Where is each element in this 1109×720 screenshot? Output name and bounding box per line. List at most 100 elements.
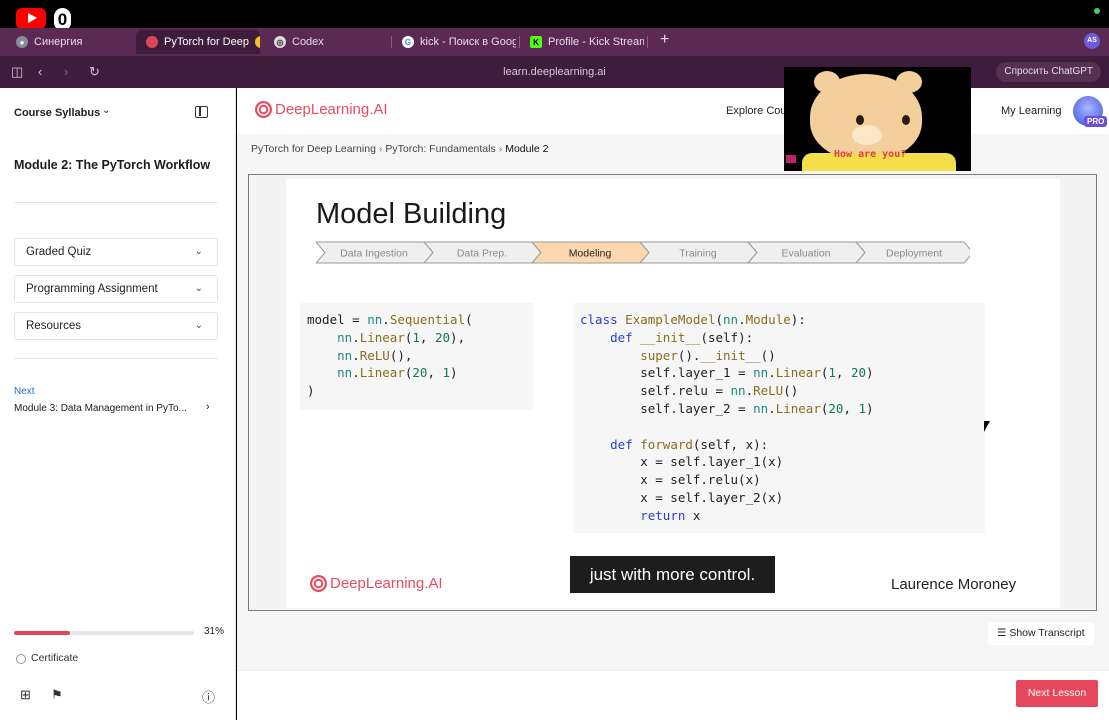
profile-avatar[interactable]: AS	[1084, 33, 1100, 49]
next-module-link[interactable]: Module 3: Data Management in PyTo...	[14, 403, 187, 414]
module-title: Module 2: The PyTorch Workflow	[14, 158, 211, 172]
synergy-icon: ●	[16, 36, 28, 48]
deeplearning-icon	[146, 36, 158, 48]
breadcrumb-current: Module 2	[505, 143, 549, 155]
workflow-step-label: Data Ingestion	[340, 248, 408, 260]
audio-indicator-icon	[254, 36, 260, 48]
certificate-label[interactable]: Certificate	[31, 652, 78, 664]
breadcrumb-link[interactable]: PyTorch: Fundamentals	[385, 143, 495, 155]
workflow-steps: Data Ingestion Data Prep. Modeling Training…	[316, 241, 970, 264]
video-caption: just with more control.	[570, 556, 775, 593]
breadcrumb-separator: ›	[498, 143, 503, 155]
button-label: Show Transcript	[1009, 627, 1085, 639]
code-block-sequential: model = nn.Sequential( nn.Linear(1, 20),…	[300, 303, 533, 410]
youtube-icon[interactable]	[16, 8, 46, 29]
tab-label: Codex	[292, 36, 324, 48]
feedback-icon[interactable]: ⚑	[51, 687, 63, 703]
browser-tab-bar: ● Синергия PyTorch for Deep ◎ Codex G ki…	[0, 28, 1109, 56]
divider	[14, 358, 218, 359]
workflow-step-label: Deployment	[886, 248, 942, 260]
tab-divider	[647, 36, 648, 48]
chevron-down-icon: ⌄	[194, 283, 203, 294]
pro-badge: PRO	[1084, 116, 1108, 127]
code-line: x = self.relu(x)	[580, 472, 761, 488]
course-progress-bar	[14, 631, 194, 635]
code-line: x = self.layer_1(x)	[580, 454, 784, 470]
progress-percent: 31%	[204, 626, 225, 637]
transcript-icon: ☰	[997, 627, 1010, 639]
slide-title: Model Building	[316, 198, 507, 230]
code-line: x = self.layer_2(x)	[580, 489, 784, 505]
logo-text: DeepLearning.AI	[275, 101, 388, 118]
explore-courses-link[interactable]: Explore Cou	[726, 105, 787, 117]
breadcrumb: PyTorch for Deep Learning › PyTorch: Funda…	[251, 143, 548, 155]
bear-sticker-overlay: How are you?	[784, 67, 971, 171]
code-line: return x	[640, 507, 701, 523]
logo-mark-icon	[255, 101, 272, 118]
mouse-cursor-icon	[984, 421, 990, 432]
accordion-graded-quiz[interactable]: Graded Quiz ⌄	[14, 238, 218, 266]
logo-mark-icon	[310, 575, 327, 592]
chevron-down-icon: ⌄	[194, 320, 203, 331]
code-block-class: class ExampleModel(nn.Module): def __ini…	[573, 303, 985, 533]
google-icon: G	[402, 36, 414, 48]
tab-codex[interactable]: ◎ Codex	[264, 30, 388, 54]
bear-eye	[856, 115, 864, 125]
next-label: Next	[14, 386, 35, 397]
breadcrumb-separator: ›	[378, 143, 383, 155]
code-line: nn.Linear(20, 1)	[337, 365, 458, 381]
certificate-icon	[16, 654, 26, 664]
next-lesson-button[interactable]: Next Lesson	[1016, 680, 1098, 707]
logo-text: DeepLearning.AI	[330, 575, 443, 592]
tab-pytorch[interactable]: PyTorch for Deep	[136, 30, 260, 54]
accordion-label: Resources	[26, 320, 81, 332]
accordion-programming-assignment[interactable]: Programming Assignment ⌄	[14, 275, 218, 303]
presenter-name: Laurence Moroney	[891, 576, 1017, 593]
sticker-tag-icon	[786, 155, 796, 163]
course-sidebar: Course Syllabus ⌄ Module 2: The PyTorch …	[0, 88, 236, 720]
collapse-panel-icon[interactable]	[195, 106, 208, 118]
divider	[14, 202, 218, 203]
code-line: class ExampleModel(nn.Module):	[580, 312, 806, 327]
accordion-label: Graded Quiz	[26, 246, 92, 258]
deeplearning-logo[interactable]: DeepLearning.AI	[255, 101, 388, 118]
workflow-step-label: Training	[679, 248, 717, 260]
code-line: )	[307, 383, 315, 399]
progress-fill	[14, 631, 70, 635]
slide-brand-logo: DeepLearning.AI	[310, 575, 443, 592]
code-line: def forward(self, x):	[610, 436, 769, 452]
my-learning-link[interactable]: My Learning	[1001, 105, 1062, 117]
bear-snout	[852, 125, 882, 145]
screen: 0 ● Синергия PyTorch for Deep ◎ Codex G …	[0, 0, 1109, 720]
accordion-resources[interactable]: Resources ⌄	[14, 312, 218, 340]
workflow-step-label: Evaluation	[781, 248, 830, 260]
code-line: nn.Linear(1, 20),	[337, 329, 466, 345]
show-transcript-button[interactable]: ☰ Show Transcript	[988, 622, 1094, 645]
course-syllabus-label[interactable]: Course Syllabus	[14, 107, 100, 119]
tab-synergy[interactable]: ● Синергия	[6, 30, 130, 54]
accordion-label: Programming Assignment	[26, 283, 158, 295]
tab-google[interactable]: G kick - Поиск в Google	[392, 30, 516, 54]
chevron-right-icon[interactable]: ›	[206, 401, 210, 413]
apps-grid-icon[interactable]: ⊞	[20, 687, 31, 703]
code-line: self.layer_2 = nn.Linear(20, 1)	[580, 400, 874, 416]
tab-label: kick - Поиск в Google	[420, 36, 516, 48]
breadcrumb-link[interactable]: PyTorch for Deep Learning	[251, 143, 376, 155]
lesson-footer	[237, 670, 1109, 720]
help-icon[interactable]: ⓘ	[202, 687, 215, 706]
workflow-step-label: Modeling	[569, 248, 612, 260]
ask-chatgpt-button[interactable]: Спросить ChatGPT	[996, 62, 1101, 82]
kick-icon: K	[530, 36, 542, 48]
code-line: self.relu = nn.ReLU()	[580, 383, 799, 399]
chevron-down-icon[interactable]: ⌄	[102, 105, 110, 116]
code-line: model = nn.Sequential(	[307, 312, 473, 327]
tab-kick[interactable]: K Profile - Kick Stream	[520, 30, 644, 54]
code-line: self.layer_1 = nn.Linear(1, 20)	[580, 365, 874, 381]
bear-eye	[902, 115, 910, 125]
tab-label: Синергия	[34, 36, 83, 48]
chevron-down-icon: ⌄	[194, 246, 203, 257]
tab-label: PyTorch for Deep	[164, 36, 249, 48]
code-line: super().__init__()	[640, 347, 776, 363]
new-tab-icon[interactable]: +	[660, 30, 669, 50]
